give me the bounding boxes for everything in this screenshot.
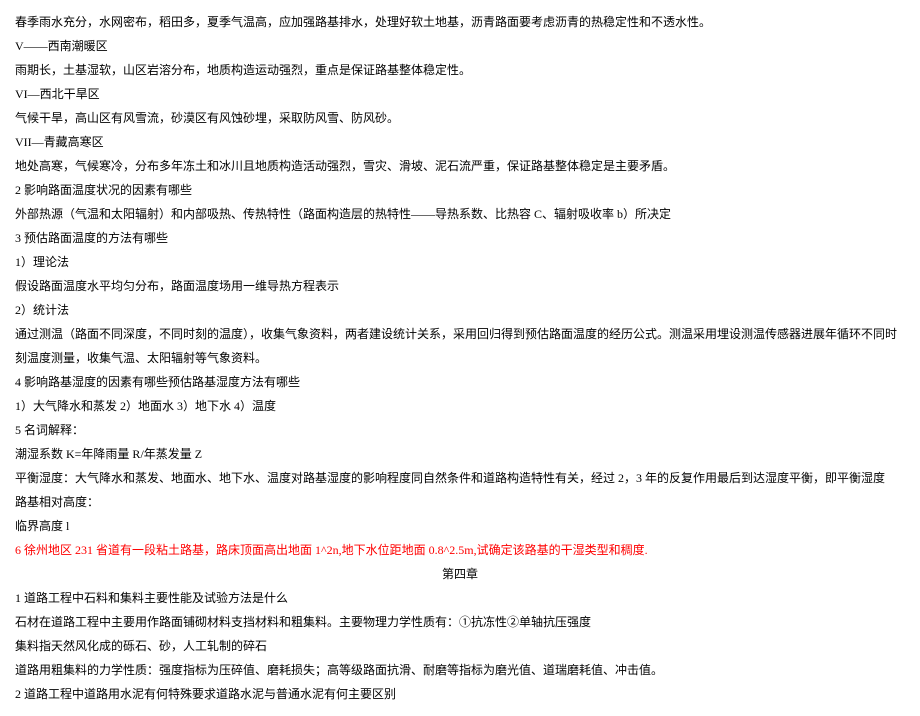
text-line: 春季雨水充分，水网密布，稻田多，夏季气温高，应加强路基排水，处理好软土地基，沥青… xyxy=(15,10,905,34)
text-line: 平衡湿度：大气降水和蒸发、地面水、地下水、温度对路基湿度的影响程度同自然条件和道… xyxy=(15,466,905,490)
text-line: VI—西北干旱区 xyxy=(15,82,905,106)
text-line: 临界高度 l xyxy=(15,514,905,538)
text-line: 路基相对高度： xyxy=(15,490,905,514)
text-line: 石材在道路工程中主要用作路面铺砌材料支挡材料和粗集料。主要物理力学性质有：①抗冻… xyxy=(15,610,905,634)
text-line: 潮湿系数 K=年降雨量 R/年蒸发量 Z xyxy=(15,442,905,466)
text-line: 假设路面温度水平均匀分布，路面温度场用一维导热方程表示 xyxy=(15,274,905,298)
text-line: VII—青藏高寒区 xyxy=(15,130,905,154)
text-line: 2 道路工程中道路用水泥有何特殊要求道路水泥与普通水泥有何主要区别 xyxy=(15,682,905,706)
text-line: 第四章 xyxy=(15,562,905,586)
text-line: 4 影响路基湿度的因素有哪些预估路基湿度方法有哪些 xyxy=(15,370,905,394)
text-line: 雨期长，土基湿软，山区岩溶分布，地质构造运动强烈，重点是保证路基整体稳定性。 xyxy=(15,58,905,82)
text-line: 5 名词解释： xyxy=(15,418,905,442)
text-line: 1 道路工程中石料和集料主要性能及试验方法是什么 xyxy=(15,586,905,610)
text-line: 通过测温（路面不同深度，不同时刻的温度），收集气象资料，两者建设统计关系，采用回… xyxy=(15,322,905,370)
text-line: 道路用粗集料的力学性质：强度指标为压碎值、磨耗损失；高等级路面抗滑、耐磨等指标为… xyxy=(15,658,905,682)
text-line: 1）理论法 xyxy=(15,250,905,274)
text-line: 2）统计法 xyxy=(15,298,905,322)
text-line: 1）大气降水和蒸发 2）地面水 3）地下水 4）温度 xyxy=(15,394,905,418)
text-line: V——西南潮暖区 xyxy=(15,34,905,58)
text-line: 地处高寒，气候寒冷，分布多年冻土和冰川且地质构造活动强烈，雪灾、滑坡、泥石流严重… xyxy=(15,154,905,178)
text-line: 气候干旱，高山区有风雪流，砂漠区有风蚀砂埋，采取防风雪、防风砂。 xyxy=(15,106,905,130)
text-line: 6 徐州地区 231 省道有一段粘土路基，路床顶面高出地面 1^2n,地下水位距… xyxy=(15,538,905,562)
text-line: 集料指天然风化成的砾石、砂，人工轧制的碎石 xyxy=(15,634,905,658)
text-line: 2 影响路面温度状况的因素有哪些 xyxy=(15,178,905,202)
text-line: 3 预估路面温度的方法有哪些 xyxy=(15,226,905,250)
text-line: 外部热源（气温和太阳辐射）和内部吸热、传热特性（路面构造层的热特性——导热系数、… xyxy=(15,202,905,226)
